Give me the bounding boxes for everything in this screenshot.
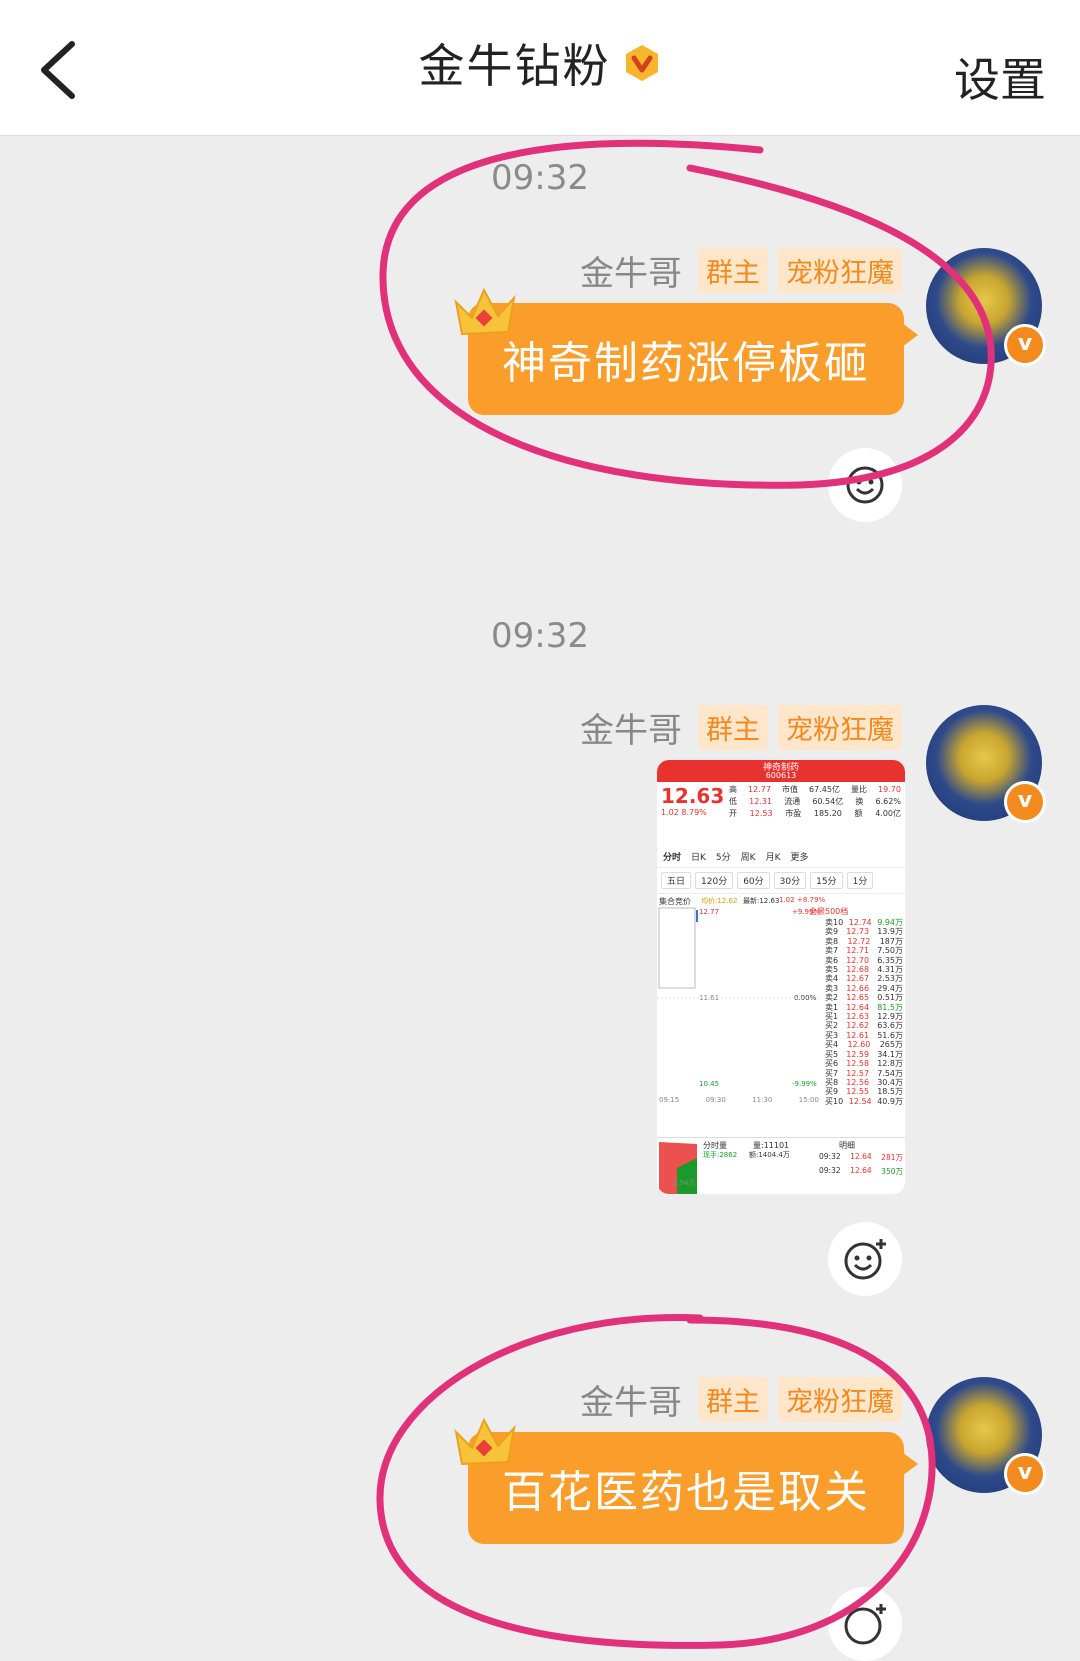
order-book-row: 卖3 12.66 29.4万 bbox=[825, 983, 903, 993]
verified-v-icon bbox=[625, 45, 658, 81]
timestamp: 09:32 bbox=[491, 158, 589, 198]
order-book-row: 卖5 12.68 4.31万 bbox=[825, 965, 903, 975]
order-book: 卖10 12.74 9.94万 卖9 12.73 13.9万 卖8 12.72 187万 卖7 12… bbox=[825, 918, 903, 1106]
sender-name[interactable]: 金牛哥 bbox=[580, 1375, 682, 1424]
order-book-row: 卖2 12.65 0.51万 bbox=[825, 993, 903, 1003]
order-book-row: 卖4 12.67 2.53万 bbox=[825, 974, 903, 984]
stock-quote: 12.63 1.02 8.79% 高 12.77 市值 67.45亿 量比 19.70 低… bbox=[657, 782, 905, 822]
order-book-row: 买3 12.61 51.6万 bbox=[825, 1030, 903, 1040]
stock-stats: 高 12.77 市值 67.45亿 量比 19.70 低 12.31 流通 60.54亿换 6.6… bbox=[729, 785, 901, 818]
add-reaction-button[interactable] bbox=[828, 1587, 902, 1661]
tag-owner: 群主 bbox=[698, 705, 768, 750]
avatar[interactable]: v bbox=[926, 1377, 1046, 1495]
chat-title: 金牛钻粉 bbox=[418, 39, 611, 93]
order-book-row: 买9 12.55 18.5万 bbox=[825, 1087, 903, 1097]
stock-price: 12.63 bbox=[661, 784, 725, 808]
sender-name[interactable]: 金牛哥 bbox=[580, 703, 682, 752]
avatar[interactable]: v bbox=[926, 705, 1046, 823]
order-book-row: 买6 12.58 12.8万 bbox=[825, 1059, 903, 1069]
tag-fan: 宠粉狂魔 bbox=[778, 705, 902, 750]
order-book-row: 买2 12.62 63.6万 bbox=[825, 1021, 903, 1031]
message-text: 百花医药也是取关 bbox=[502, 1467, 870, 1518]
add-reaction-button[interactable] bbox=[828, 448, 902, 522]
sender-row: 金牛哥 群主 宠粉狂魔 bbox=[580, 703, 902, 752]
add-reaction-button[interactable] bbox=[828, 1222, 902, 1296]
message-text: 神奇制药涨停板砸 bbox=[502, 338, 870, 389]
order-book-row: 卖6 12.70 6.35万 bbox=[825, 955, 903, 965]
order-book-row: 卖1 12.64 81.5万 bbox=[825, 1002, 903, 1012]
order-book-row: 卖9 12.73 13.9万 bbox=[825, 927, 903, 937]
emoji-add-icon bbox=[844, 1604, 886, 1645]
top-bar: 金牛钻粉 设置 bbox=[0, 0, 1080, 136]
stock-screenshot-image[interactable]: 神奇制药 600613 12.63 1.02 8.79% 高 12.77 市值 67.… bbox=[657, 760, 905, 1194]
order-book-row: 买7 12.57 7.54万 bbox=[825, 1068, 903, 1078]
stock-change: 1.02 bbox=[661, 808, 679, 817]
chart-tabs: 分时 日K 5分 周K 月K 更多 bbox=[657, 846, 905, 868]
intraday-chart: 集合竞价 均价:12.62 最新:12.63 1.02 +8.79% 12.77… bbox=[657, 893, 905, 1106]
verified-badge-icon: v bbox=[1004, 1453, 1046, 1495]
emoji-add-icon bbox=[846, 466, 884, 504]
avatar[interactable]: v bbox=[926, 248, 1046, 366]
order-book-row: 卖7 12.71 7.50万 bbox=[825, 946, 903, 956]
price-line bbox=[657, 907, 819, 999]
crown-icon bbox=[454, 1417, 516, 1466]
emoji-add-icon bbox=[844, 1239, 886, 1280]
stock-code: 600613 bbox=[765, 771, 797, 780]
order-book-row: 买4 12.60 265万 bbox=[825, 1040, 903, 1050]
tag-owner: 群主 bbox=[698, 248, 768, 293]
stock-header: 神奇制药 600613 bbox=[657, 760, 905, 782]
sender-row: 金牛哥 群主 宠粉狂魔 bbox=[580, 1375, 902, 1424]
timestamp: 09:32 bbox=[491, 616, 589, 656]
order-book-row: 买5 12.59 34.1万 bbox=[825, 1049, 903, 1059]
sender-name[interactable]: 金牛哥 bbox=[580, 246, 682, 295]
order-book-row: 买8 12.56 30.4万 bbox=[825, 1077, 903, 1087]
volume-panel: 分时量 量:11101 现手:2862 额:1404.4万 5.94万 明细 0… bbox=[657, 1137, 905, 1194]
order-book-row: 买10 12.54 40.9万 bbox=[825, 1096, 903, 1106]
annotation-overlay bbox=[376, 139, 995, 1649]
settings-button[interactable]: 设置 bbox=[954, 44, 1046, 110]
order-book-row: 卖8 12.72 187万 bbox=[825, 936, 903, 946]
order-book-row: 买1 12.63 12.9万 bbox=[825, 1012, 903, 1022]
message-bubble[interactable]: 百花医药也是取关 bbox=[468, 1432, 918, 1544]
tag-fan: 宠粉狂魔 bbox=[778, 1377, 902, 1422]
title-row: 金牛钻粉 bbox=[0, 30, 1080, 96]
tag-owner: 群主 bbox=[698, 1377, 768, 1422]
tag-fan: 宠粉狂魔 bbox=[778, 248, 902, 293]
verified-badge-icon: v bbox=[1004, 324, 1046, 366]
verified-badge-icon: v bbox=[1004, 781, 1046, 823]
chart-periods: 五日 120分 60分 30分 15分 1分 bbox=[657, 868, 905, 893]
message-bubble[interactable]: 神奇制药涨停板砸 bbox=[468, 303, 918, 415]
sender-row: 金牛哥 群主 宠粉狂魔 bbox=[580, 246, 902, 295]
crown-icon bbox=[454, 287, 516, 336]
stock-change-pct: 8.79% bbox=[681, 808, 707, 817]
order-book-row: 卖10 12.74 9.94万 bbox=[825, 918, 903, 927]
